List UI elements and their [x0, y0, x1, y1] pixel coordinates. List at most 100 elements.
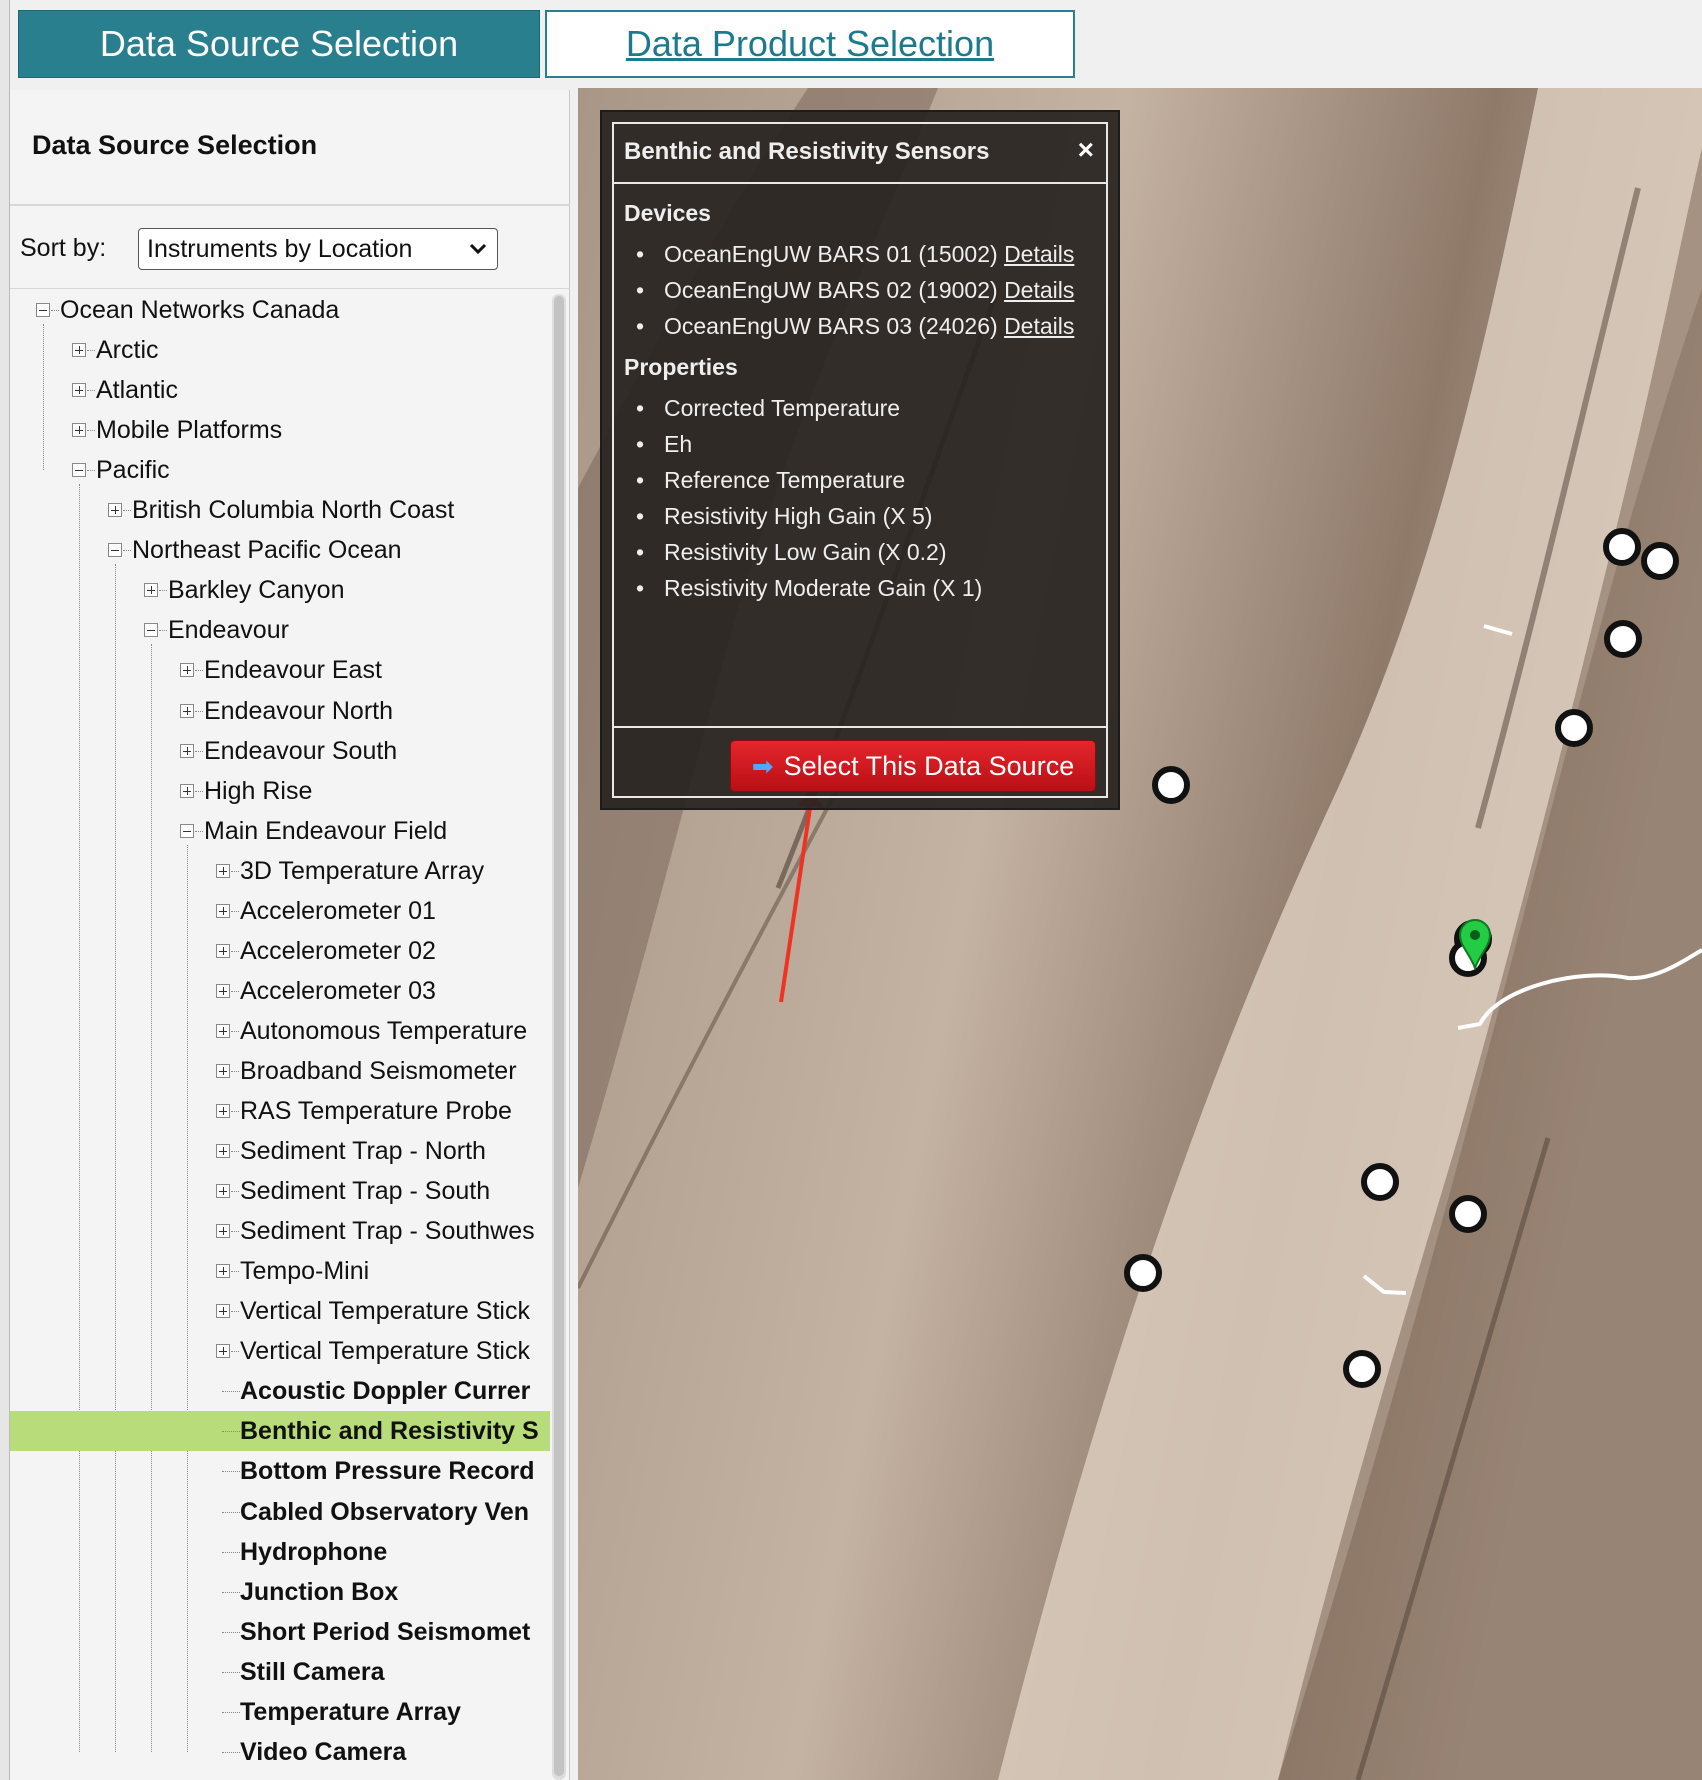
tree-location-item[interactable]: Accelerometer 01 — [10, 891, 550, 931]
expand-icon[interactable] — [72, 383, 86, 398]
tree-connector — [87, 470, 95, 472]
tree-connector — [123, 550, 131, 552]
map-marker[interactable] — [1152, 766, 1190, 804]
device-details-link[interactable]: Details — [1004, 313, 1074, 339]
map-marker[interactable] — [1124, 1254, 1162, 1292]
tree-item-label: Temperature Array — [240, 1697, 461, 1726]
tree-instrument-item[interactable]: Bottom Pressure Record — [10, 1451, 550, 1491]
tree-location-item[interactable]: Endeavour North — [10, 691, 550, 731]
expand-icon[interactable] — [216, 863, 230, 878]
sort-by-select[interactable]: Instruments by Location — [138, 228, 498, 270]
divider — [10, 288, 570, 289]
tree-location-item[interactable]: Vertical Temperature Stick — [10, 1291, 550, 1331]
tree-instrument-item[interactable]: Acoustic Doppler Currer — [10, 1371, 550, 1411]
tree-location-item[interactable]: Sediment Trap - South — [10, 1171, 550, 1211]
expand-icon[interactable] — [180, 743, 194, 758]
tree-location-item[interactable]: Accelerometer 02 — [10, 931, 550, 971]
expand-icon[interactable] — [72, 343, 86, 358]
tree-item-label: RAS Temperature Probe — [240, 1097, 512, 1125]
tree-location-item[interactable]: Broadband Seismometer — [10, 1051, 550, 1091]
tree-connector — [222, 1511, 240, 1513]
tree-instrument-item[interactable]: Junction Box — [10, 1572, 550, 1612]
expand-icon[interactable] — [180, 663, 194, 678]
popup-frame: Benthic and Resistivity Sensors × Device… — [612, 122, 1108, 798]
tree-item-label: Vertical Temperature Stick — [240, 1297, 530, 1326]
tree-instrument-item[interactable]: Video Camera — [10, 1732, 550, 1772]
tree-location-item[interactable]: Sediment Trap - Southwes — [10, 1211, 550, 1251]
collapse-icon[interactable] — [72, 463, 86, 478]
map-marker[interactable] — [1604, 620, 1642, 658]
tree-location-item[interactable]: Arctic — [10, 330, 550, 370]
data-source-popup: Benthic and Resistivity Sensors × Device… — [600, 110, 1120, 810]
tree-location-item[interactable]: Accelerometer 03 — [10, 971, 550, 1011]
map-marker[interactable] — [1555, 709, 1593, 747]
map-marker[interactable] — [1361, 1163, 1399, 1201]
tree-instrument-item[interactable]: Benthic and Resistivity S — [10, 1411, 550, 1452]
tree-scrollbar-thumb[interactable] — [554, 296, 564, 1776]
select-data-source-button[interactable]: ➡ Select This Data Source — [730, 740, 1096, 792]
close-icon[interactable]: × — [1078, 134, 1094, 166]
sort-by-value: Instruments by Location — [147, 234, 413, 263]
device-details-link[interactable]: Details — [1004, 277, 1074, 303]
expand-icon[interactable] — [216, 1264, 230, 1279]
tree-location-item[interactable]: Autonomous Temperature — [10, 1011, 550, 1051]
expand-icon[interactable] — [180, 703, 194, 718]
tree-item-label: Autonomous Temperature — [240, 1016, 528, 1045]
expand-icon[interactable] — [216, 1184, 230, 1199]
expand-icon[interactable] — [216, 1104, 230, 1118]
tree-location-item[interactable]: Atlantic — [10, 370, 550, 410]
tree-connector — [231, 1111, 239, 1112]
tree-item-label: British Columbia North Coast — [132, 496, 455, 525]
tree-instrument-item[interactable]: Temperature Array — [10, 1692, 550, 1732]
expand-icon[interactable] — [216, 1023, 230, 1038]
tree-location-item[interactable]: Vertical Temperature Stick — [10, 1331, 550, 1371]
collapse-icon[interactable] — [144, 623, 158, 638]
tree-location-item[interactable]: Mobile Platforms — [10, 410, 550, 450]
expand-icon[interactable] — [180, 783, 194, 798]
tree-item-label: Benthic and Resistivity S — [240, 1417, 539, 1446]
tree-location-item[interactable]: Sediment Trap - North — [10, 1131, 550, 1171]
tree-location-item[interactable]: Main Endeavour Field — [10, 811, 550, 851]
tree-location-item[interactable]: Barkley Canyon — [10, 570, 550, 610]
collapse-icon[interactable] — [108, 543, 122, 558]
expand-icon[interactable] — [216, 1304, 230, 1319]
expand-icon[interactable] — [216, 1224, 230, 1239]
tree-location-item[interactable]: Pacific — [10, 450, 550, 490]
collapse-icon[interactable] — [36, 303, 50, 317]
tree-instrument-item[interactable]: Hydrophone — [10, 1532, 550, 1572]
tree-location-item[interactable]: Endeavour East — [10, 650, 550, 690]
tree-location-item[interactable]: Tempo-Mini — [10, 1251, 550, 1291]
collapse-icon[interactable] — [180, 823, 194, 838]
tree-location-item[interactable]: RAS Temperature Probe — [10, 1091, 550, 1131]
expand-icon[interactable] — [216, 943, 230, 958]
tree-location-item[interactable]: Endeavour — [10, 610, 550, 650]
tree-instrument-item[interactable]: Short Period Seismomet — [10, 1612, 550, 1652]
tree-instrument-item[interactable]: Still Camera — [10, 1652, 550, 1692]
map-marker[interactable] — [1449, 1195, 1487, 1233]
tree-instrument-item[interactable]: Cabled Observatory Ven — [10, 1492, 550, 1532]
tab-data-product-selection[interactable]: Data Product Selection — [545, 10, 1075, 78]
property-item: Resistivity Moderate Gain (X 1) — [636, 570, 982, 606]
expand-icon[interactable] — [216, 983, 230, 998]
expand-icon[interactable] — [216, 1063, 230, 1078]
device-item: OceanEngUW BARS 03 (24026) Details — [636, 308, 1074, 344]
expand-icon[interactable] — [216, 1144, 230, 1159]
map-marker[interactable] — [1343, 1350, 1381, 1388]
expand-icon[interactable] — [108, 503, 122, 518]
map-marker[interactable] — [1603, 528, 1641, 566]
tab-data-source-selection[interactable]: Data Source Selection — [18, 10, 540, 78]
expand-icon[interactable] — [216, 1344, 230, 1359]
tree-location-item[interactable]: High Rise — [10, 771, 550, 811]
chevron-down-icon — [469, 243, 487, 255]
expand-icon[interactable] — [144, 583, 158, 598]
location-pin-icon[interactable] — [1458, 918, 1492, 970]
tree-location-item[interactable]: Northeast Pacific Ocean — [10, 530, 550, 570]
tree-location-item[interactable]: 3D Temperature Array — [10, 851, 550, 891]
tree-location-item[interactable]: Ocean Networks Canada — [10, 290, 550, 330]
tree-location-item[interactable]: Endeavour South — [10, 731, 550, 771]
tree-location-item[interactable]: British Columbia North Coast — [10, 490, 550, 530]
map-marker[interactable] — [1641, 542, 1679, 580]
expand-icon[interactable] — [216, 903, 230, 918]
expand-icon[interactable] — [72, 423, 86, 438]
device-details-link[interactable]: Details — [1004, 241, 1074, 267]
